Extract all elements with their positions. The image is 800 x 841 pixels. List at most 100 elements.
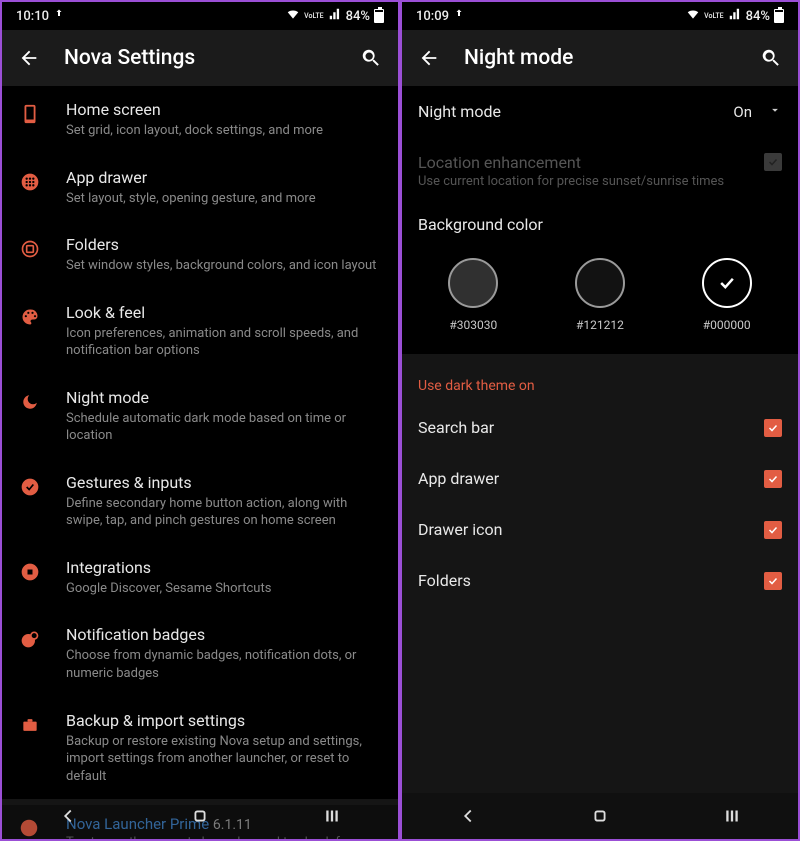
toggle-drawer-icon[interactable]: Drawer icon xyxy=(402,504,798,555)
nav-bar xyxy=(402,793,798,839)
search-button[interactable] xyxy=(760,47,782,69)
status-bar: 10:10 VoLTE 84% xyxy=(2,2,398,30)
nav-back[interactable] xyxy=(57,805,79,827)
section-header: Use dark theme on xyxy=(402,364,798,402)
moon-icon xyxy=(18,390,42,414)
pref-sub: Set grid, icon layout, dock settings, an… xyxy=(66,122,382,140)
pref-look-and-feel[interactable]: Look & feel Icon preferences, animation … xyxy=(2,289,398,374)
toggle-search-bar[interactable]: Search bar xyxy=(402,402,798,453)
toggle-label: Search bar xyxy=(418,418,752,437)
checkbox xyxy=(764,153,782,171)
pref-title: Night mode xyxy=(66,388,382,408)
briefcase-icon xyxy=(18,713,42,737)
pref-label: Location enhancement xyxy=(418,153,752,172)
upload-icon xyxy=(53,8,65,24)
color-hex: #303030 xyxy=(449,318,497,332)
nav-back[interactable] xyxy=(457,805,479,827)
pref-app-drawer[interactable]: App drawer Set layout, style, opening ge… xyxy=(2,154,398,222)
nav-bar xyxy=(2,793,398,839)
pref-folders[interactable]: Folders Set window styles, background co… xyxy=(2,221,398,289)
palette-icon xyxy=(18,305,42,329)
pref-title: Backup & import settings xyxy=(66,711,382,731)
nav-home[interactable] xyxy=(589,805,611,827)
appbar: Nova Settings xyxy=(2,30,398,86)
color-hex: #000000 xyxy=(703,318,751,332)
battery-icon xyxy=(774,9,784,23)
pref-gestures[interactable]: Gestures & inputs Define secondary home … xyxy=(2,459,398,544)
checkbox-checked[interactable] xyxy=(764,572,782,590)
back-button[interactable] xyxy=(418,47,440,69)
toggle-label: Drawer icon xyxy=(418,520,752,539)
status-time: 10:09 xyxy=(416,9,449,24)
pref-integrations[interactable]: Integrations Google Discover, Sesame Sho… xyxy=(2,544,398,612)
folders-icon xyxy=(18,237,42,261)
pref-title: Folders xyxy=(66,235,382,255)
nav-home[interactable] xyxy=(189,805,211,827)
appbar-title: Night mode xyxy=(464,46,736,70)
nav-recent[interactable] xyxy=(321,805,343,827)
battery-pct: 84% xyxy=(346,9,370,24)
back-button[interactable] xyxy=(18,47,40,69)
signal-icon xyxy=(328,7,342,25)
screen-night-mode: 10:09 VoLTE 84% Night mode xyxy=(402,2,798,839)
appbar-title: Nova Settings xyxy=(64,46,336,70)
pref-sub: Backup or restore existing Nova setup an… xyxy=(66,733,382,786)
toggle-app-drawer[interactable]: App drawer xyxy=(402,453,798,504)
pref-sub: Icon preferences, animation and scroll s… xyxy=(66,325,382,360)
pref-sub: Use current location for precise sunset/… xyxy=(418,174,752,189)
screen-nova-settings: 10:10 VoLTE 84% Nova Settings xyxy=(2,2,398,839)
search-button[interactable] xyxy=(360,47,382,69)
appbar: Night mode xyxy=(402,30,798,86)
wifi-icon xyxy=(686,7,700,25)
pref-notification-badges[interactable]: Notification badges Choose from dynamic … xyxy=(2,611,398,696)
pref-title: Integrations xyxy=(66,558,382,578)
pref-backup[interactable]: Backup & import settings Backup or resto… xyxy=(2,697,398,800)
gestures-icon xyxy=(18,475,42,499)
color-option-121212[interactable]: #121212 xyxy=(575,258,625,332)
nav-recent[interactable] xyxy=(721,805,743,827)
pref-home-screen[interactable]: Home screen Set grid, icon layout, dock … xyxy=(2,86,398,154)
battery-icon xyxy=(374,9,384,23)
pref-night-mode-toggle[interactable]: Night mode On xyxy=(402,86,798,137)
pref-location-enhancement: Location enhancement Use current locatio… xyxy=(402,137,798,205)
color-option-000000[interactable]: #000000 xyxy=(702,258,752,332)
pref-sub: Google Discover, Sesame Shortcuts xyxy=(66,580,382,598)
pref-sub: Schedule automatic dark mode based on ti… xyxy=(66,410,382,445)
checkbox-checked[interactable] xyxy=(764,470,782,488)
pref-label: Night mode xyxy=(418,102,721,121)
puzzle-icon xyxy=(18,560,42,584)
volte-icon: VoLTE xyxy=(304,13,323,20)
toggle-label: App drawer xyxy=(418,469,752,488)
wifi-icon xyxy=(286,7,300,25)
app-drawer-icon xyxy=(18,170,42,194)
toggle-folders[interactable]: Folders xyxy=(402,555,798,606)
pref-title: App drawer xyxy=(66,168,382,188)
pref-title: Notification badges xyxy=(66,625,382,645)
color-hex: #121212 xyxy=(576,318,624,332)
upload-icon xyxy=(453,8,465,24)
pref-title: Home screen xyxy=(66,100,382,120)
status-bar: 10:09 VoLTE 84% xyxy=(402,2,798,30)
pref-sub: Set window styles, background colors, an… xyxy=(66,257,382,275)
toggle-label: Folders xyxy=(418,571,752,590)
checkbox-checked[interactable] xyxy=(764,419,782,437)
signal-icon xyxy=(728,7,742,25)
color-options: #303030 #121212 #000000 xyxy=(402,250,798,354)
volte-icon: VoLTE xyxy=(704,13,723,20)
home-screen-icon xyxy=(18,102,42,126)
pref-title: Gestures & inputs xyxy=(66,473,382,493)
pref-sub: Choose from dynamic badges, notification… xyxy=(66,647,382,682)
color-option-303030[interactable]: #303030 xyxy=(448,258,498,332)
pref-title: Look & feel xyxy=(66,303,382,323)
dropdown-icon xyxy=(768,102,782,121)
battery-pct: 84% xyxy=(746,9,770,24)
status-time: 10:10 xyxy=(16,9,49,24)
pref-sub: Define secondary home button action, alo… xyxy=(66,495,382,530)
pref-background-color: Background color xyxy=(402,205,798,250)
pref-label: Background color xyxy=(418,215,782,234)
pref-value: On xyxy=(733,103,752,121)
pref-night-mode[interactable]: Night mode Schedule automatic dark mode … xyxy=(2,374,398,459)
pref-sub: Set layout, style, opening gesture, and … xyxy=(66,190,382,208)
badge-icon xyxy=(18,627,42,651)
checkbox-checked[interactable] xyxy=(764,521,782,539)
